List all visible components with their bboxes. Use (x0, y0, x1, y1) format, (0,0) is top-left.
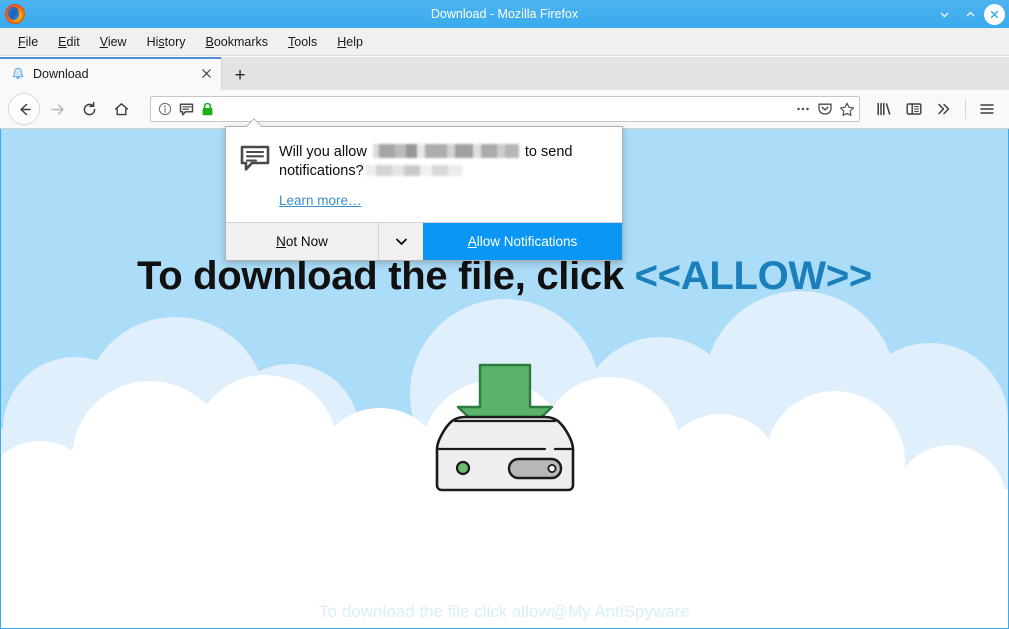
popup-notification-bubble-icon (240, 143, 274, 210)
identity-box[interactable] (157, 101, 215, 117)
tab-bar: Download + (0, 57, 1009, 90)
redacted-hostname (372, 144, 519, 158)
menu-item-history[interactable]: History (137, 32, 196, 52)
popup-question-suffix: to send (524, 144, 573, 160)
popup-question-line2: notifications? (279, 163, 364, 179)
popup-dropdown-button[interactable] (379, 223, 423, 260)
popup-body: Will you allow to send notifications? Le… (226, 127, 622, 222)
page-watermark: To download the file click allow@My Anti… (319, 602, 690, 621)
redacted-hostname-overflow (365, 165, 462, 176)
download-illustration (415, 357, 595, 497)
popup-question: Will you allow to send notifications? (279, 143, 608, 181)
window-title: Download - Mozilla Firefox (430, 7, 579, 21)
firefox-logo-icon (5, 4, 25, 24)
popup-text-block: Will you allow to send notifications? Le… (274, 143, 608, 210)
tab-title: Download (33, 66, 89, 81)
menu-item-bookmarks[interactable]: Bookmarks (196, 32, 279, 52)
notification-bubble-icon[interactable] (178, 101, 194, 117)
toolbar-separator (965, 99, 966, 119)
minimize-button[interactable] (932, 2, 956, 26)
reload-icon[interactable] (74, 94, 104, 124)
menu-item-help[interactable]: Help (327, 32, 373, 52)
close-window-button[interactable] (984, 3, 1005, 25)
bookmark-star-icon[interactable] (839, 101, 855, 117)
back-arrow-icon[interactable] (8, 93, 40, 125)
maximize-button[interactable] (958, 2, 982, 26)
urlbar-actions (795, 101, 855, 117)
pocket-icon[interactable] (817, 101, 833, 117)
navigation-toolbar (0, 90, 1009, 129)
chevron-down-icon (395, 238, 407, 245)
toolbar-right-icons (870, 95, 1001, 123)
menu-bar: File Edit View History Bookmarks Tools H… (0, 28, 1009, 56)
headline-allow-text: <<ALLOW>> (634, 254, 873, 298)
tab-download[interactable]: Download (0, 57, 222, 90)
firefox-window: Download - Mozilla Firefox File Edit Vie… (0, 0, 1009, 629)
popup-footer: Not Now Allow Notifications (226, 222, 622, 260)
menu-item-view[interactable]: View (90, 32, 137, 52)
overflow-chevrons-icon[interactable] (930, 95, 958, 123)
hamburger-menu-icon[interactable] (973, 95, 1001, 123)
sidebar-icon[interactable] (900, 95, 928, 123)
home-icon[interactable] (106, 94, 136, 124)
info-icon[interactable] (157, 101, 173, 117)
menu-item-edit[interactable]: Edit (48, 32, 90, 52)
allow-notifications-button[interactable]: Allow Notifications (423, 223, 622, 260)
new-tab-button[interactable]: + (224, 61, 256, 90)
bell-favicon-icon (10, 66, 26, 82)
menu-item-file[interactable]: File (8, 32, 48, 52)
green-padlock-icon[interactable] (199, 101, 215, 117)
title-bar: Download - Mozilla Firefox (0, 0, 1009, 28)
popup-arrow (246, 118, 262, 127)
page-actions-ellipsis-icon[interactable] (795, 101, 811, 117)
learn-more-link[interactable]: Learn more… (279, 193, 362, 208)
notification-permission-popup: Will you allow to send notifications? Le… (225, 126, 623, 261)
not-now-button[interactable]: Not Now (226, 223, 379, 260)
tab-close-icon[interactable] (197, 65, 215, 83)
popup-question-prefix: Will you allow (279, 144, 367, 160)
download-arrow-into-drive-icon (435, 363, 574, 492)
menu-item-tools[interactable]: Tools (278, 32, 327, 52)
window-controls (932, 0, 1005, 28)
forward-arrow-icon[interactable] (42, 94, 72, 124)
library-icon[interactable] (870, 95, 898, 123)
